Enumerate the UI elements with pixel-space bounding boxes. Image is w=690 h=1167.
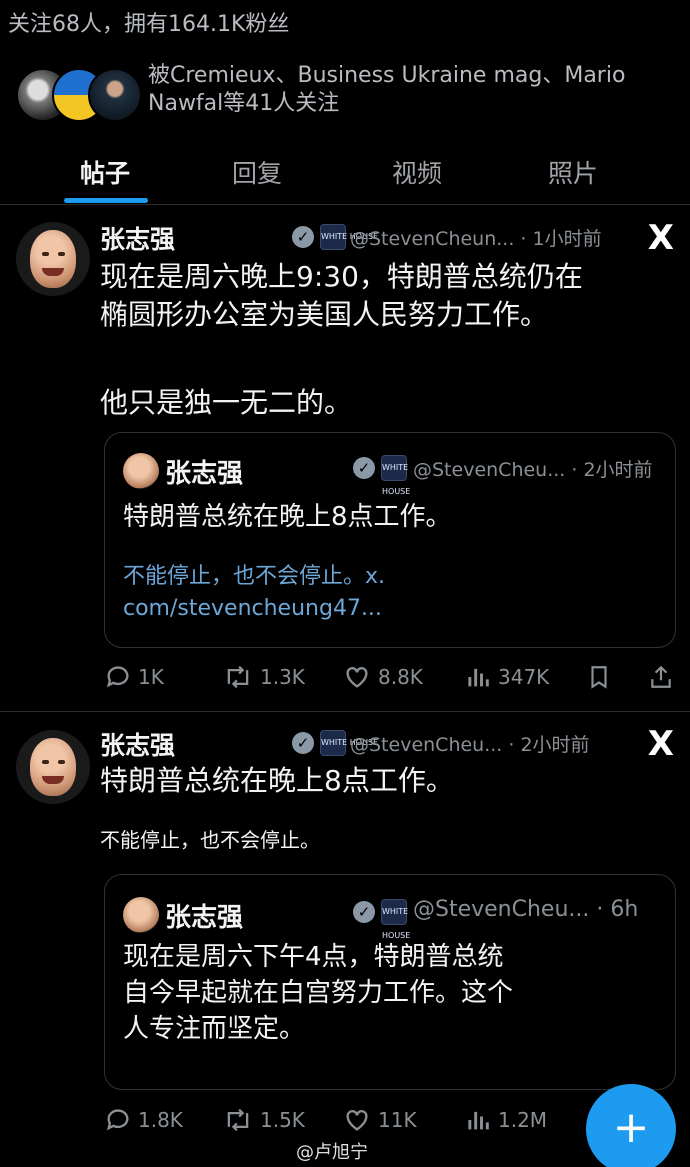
heart-icon <box>346 667 368 688</box>
verified-badge-icon: ✓ <box>353 457 375 479</box>
repost-count: 1.3K <box>260 665 305 689</box>
author-name[interactable]: 张志强 <box>100 726 175 762</box>
share-button[interactable] <box>648 657 674 697</box>
reply-count: 1K <box>138 665 164 689</box>
affiliation-badge-icon: WHITE HOUSE <box>320 730 378 756</box>
quoted-text: 现在是周六下午4点，特朗普总统 自今早起就在白宫努力工作。这个 人专注而坚定。 <box>123 939 653 1047</box>
tweet-text-line: 椭圆形办公室为美国人民努力工作。 <box>100 298 549 331</box>
reply-button[interactable]: 1K <box>104 657 164 697</box>
follow-stats[interactable]: 关注68人，拥有164.1K粉丝 <box>8 6 289 38</box>
author-handle-time[interactable]: @StevenCheun... · 1小时前 <box>350 224 602 251</box>
avatar-eye <box>58 760 65 764</box>
tab-videos[interactable]: 视频 <box>392 154 442 190</box>
author-handle-time[interactable]: @StevenCheu... · 2小时前 <box>350 730 590 757</box>
tweet[interactable]: 张志强 ✓ WHITE HOUSE @StevenCheu... · 2小时前 … <box>0 712 690 1167</box>
avatar[interactable] <box>16 222 90 296</box>
followed-by-line: Nawfal等41人关注 <box>148 91 340 116</box>
views-button[interactable]: 1.2M <box>464 1100 547 1140</box>
share-icon <box>651 665 671 688</box>
quoted-author-name: 张志强 <box>165 903 244 933</box>
views-count: 347K <box>498 665 550 689</box>
followed-by-text: 被Cremieux、Business Ukraine mag、Mario Naw… <box>148 62 668 118</box>
avatar-face <box>30 738 76 796</box>
profile-page: 关注68人，拥有164.1K粉丝 被Cremieux、Business Ukra… <box>0 0 690 1167</box>
bookmark-button[interactable] <box>586 657 612 697</box>
reply-icon <box>106 1109 129 1131</box>
repost-icon <box>227 665 249 689</box>
verified-badge-icon: ✓ <box>292 226 314 248</box>
quoted-author-name: 张志强 <box>165 459 244 489</box>
reply-button[interactable]: 1.8K <box>104 1100 183 1140</box>
avatar <box>88 68 142 122</box>
like-count: 11K <box>378 1108 417 1132</box>
heart-icon <box>346 1110 368 1131</box>
affiliation-badge-icon: WHITE HOUSE <box>381 899 410 940</box>
avatar-eye <box>42 760 49 764</box>
avatar <box>123 897 159 933</box>
like-button[interactable]: 8.8K <box>342 657 423 697</box>
repost-button[interactable]: 1.3K <box>222 657 305 697</box>
tweet-actions: 1K 1.3K 8.8K 347K <box>104 657 680 697</box>
views-button[interactable]: 347K <box>464 657 549 697</box>
repost-button[interactable]: 1.5K <box>222 1100 305 1140</box>
quoted-link[interactable]: 不能停止，也不会停止。x. com/stevencheung47... <box>123 561 643 625</box>
avatar-eye <box>42 252 49 256</box>
watermark: @卢旭宁 <box>296 1142 368 1163</box>
tweet-header: 张志强 ✓ WHITE HOUSE @StevenCheun... · 1小时前 <box>100 220 630 256</box>
author-name[interactable]: 张志强 <box>100 220 175 256</box>
views-icon <box>468 668 489 687</box>
x-logo-icon: X <box>647 218 674 258</box>
verified-badge-icon: ✓ <box>292 732 314 754</box>
tweet-text: 特朗普总统在晚上8点工作。 <box>100 764 454 797</box>
tweet[interactable]: 张志强 ✓ WHITE HOUSE @StevenCheun... · 1小时前… <box>0 206 690 712</box>
quoted-text-line: 人专注而坚定。 <box>123 1014 306 1044</box>
quoted-text-line: 自今早起就在白宫努力工作。这个 <box>123 978 514 1008</box>
tab-photos[interactable]: 照片 <box>548 154 598 190</box>
reply-count: 1.8K <box>138 1108 183 1132</box>
tweet-header: 张志强 ✓ WHITE HOUSE @StevenCheu... · 2小时前 <box>100 726 630 762</box>
reply-icon <box>106 666 129 688</box>
views-icon <box>468 1111 489 1130</box>
quoted-tweet[interactable]: 张志强 ✓ WHITE HOUSE @StevenCheu... · 2小时前 … <box>104 432 676 648</box>
followed-by[interactable]: 被Cremieux、Business Ukraine mag、Mario Naw… <box>16 62 676 126</box>
tab-replies[interactable]: 回复 <box>232 154 282 190</box>
profile-tabs: 帖子 回复 视频 照片 <box>0 148 690 205</box>
tweet-text-line: 现在是周六晚上9:30，特朗普总统仍在 <box>100 260 583 293</box>
quoted-link-line: com/stevencheung47... <box>123 596 382 621</box>
avatar <box>123 453 159 489</box>
avatar[interactable] <box>16 730 90 804</box>
quoted-handle-time: @StevenCheu... · 6h <box>413 897 639 922</box>
quoted-handle-time: @StevenCheu... · 2小时前 <box>413 459 653 481</box>
follower-avatars <box>16 68 146 122</box>
avatar-face <box>30 230 76 288</box>
views-count: 1.2M <box>498 1108 548 1132</box>
tweet-subtext: 不能停止，也不会停止。 <box>100 828 320 852</box>
affiliation-badge-icon: WHITE HOUSE <box>320 224 378 250</box>
compose-button[interactable]: + <box>586 1084 676 1167</box>
x-logo-icon: X <box>647 724 674 764</box>
repost-count: 1.5K <box>260 1108 305 1132</box>
quoted-link-line: 不能停止，也不会停止。x. <box>123 564 386 589</box>
like-count: 8.8K <box>378 665 423 689</box>
active-tab-indicator <box>64 198 148 203</box>
affiliation-badge-icon: WHITE HOUSE <box>381 455 410 496</box>
verified-badge-icon: ✓ <box>353 901 375 923</box>
quoted-text-line: 现在是周六下午4点，特朗普总统 <box>123 942 504 972</box>
followed-by-line: 被Cremieux、Business Ukraine mag、Mario <box>148 63 626 88</box>
quoted-tweet[interactable]: 张志强 ✓ WHITE HOUSE @StevenCheu... · 6h 现在… <box>104 874 676 1090</box>
quoted-text: 特朗普总统在晚上8点工作。 <box>123 502 452 532</box>
repost-icon <box>227 1108 249 1132</box>
tab-posts[interactable]: 帖子 <box>80 154 130 190</box>
like-button[interactable]: 11K <box>342 1100 417 1140</box>
avatar-eye <box>58 252 65 256</box>
tweet-text: 现在是周六晚上9:30，特朗普总统仍在 椭圆形办公室为美国人民努力工作。 <box>100 258 670 334</box>
bookmark-icon <box>591 666 607 689</box>
tweet-text-paragraph: 他只是独一无二的。 <box>100 386 353 419</box>
